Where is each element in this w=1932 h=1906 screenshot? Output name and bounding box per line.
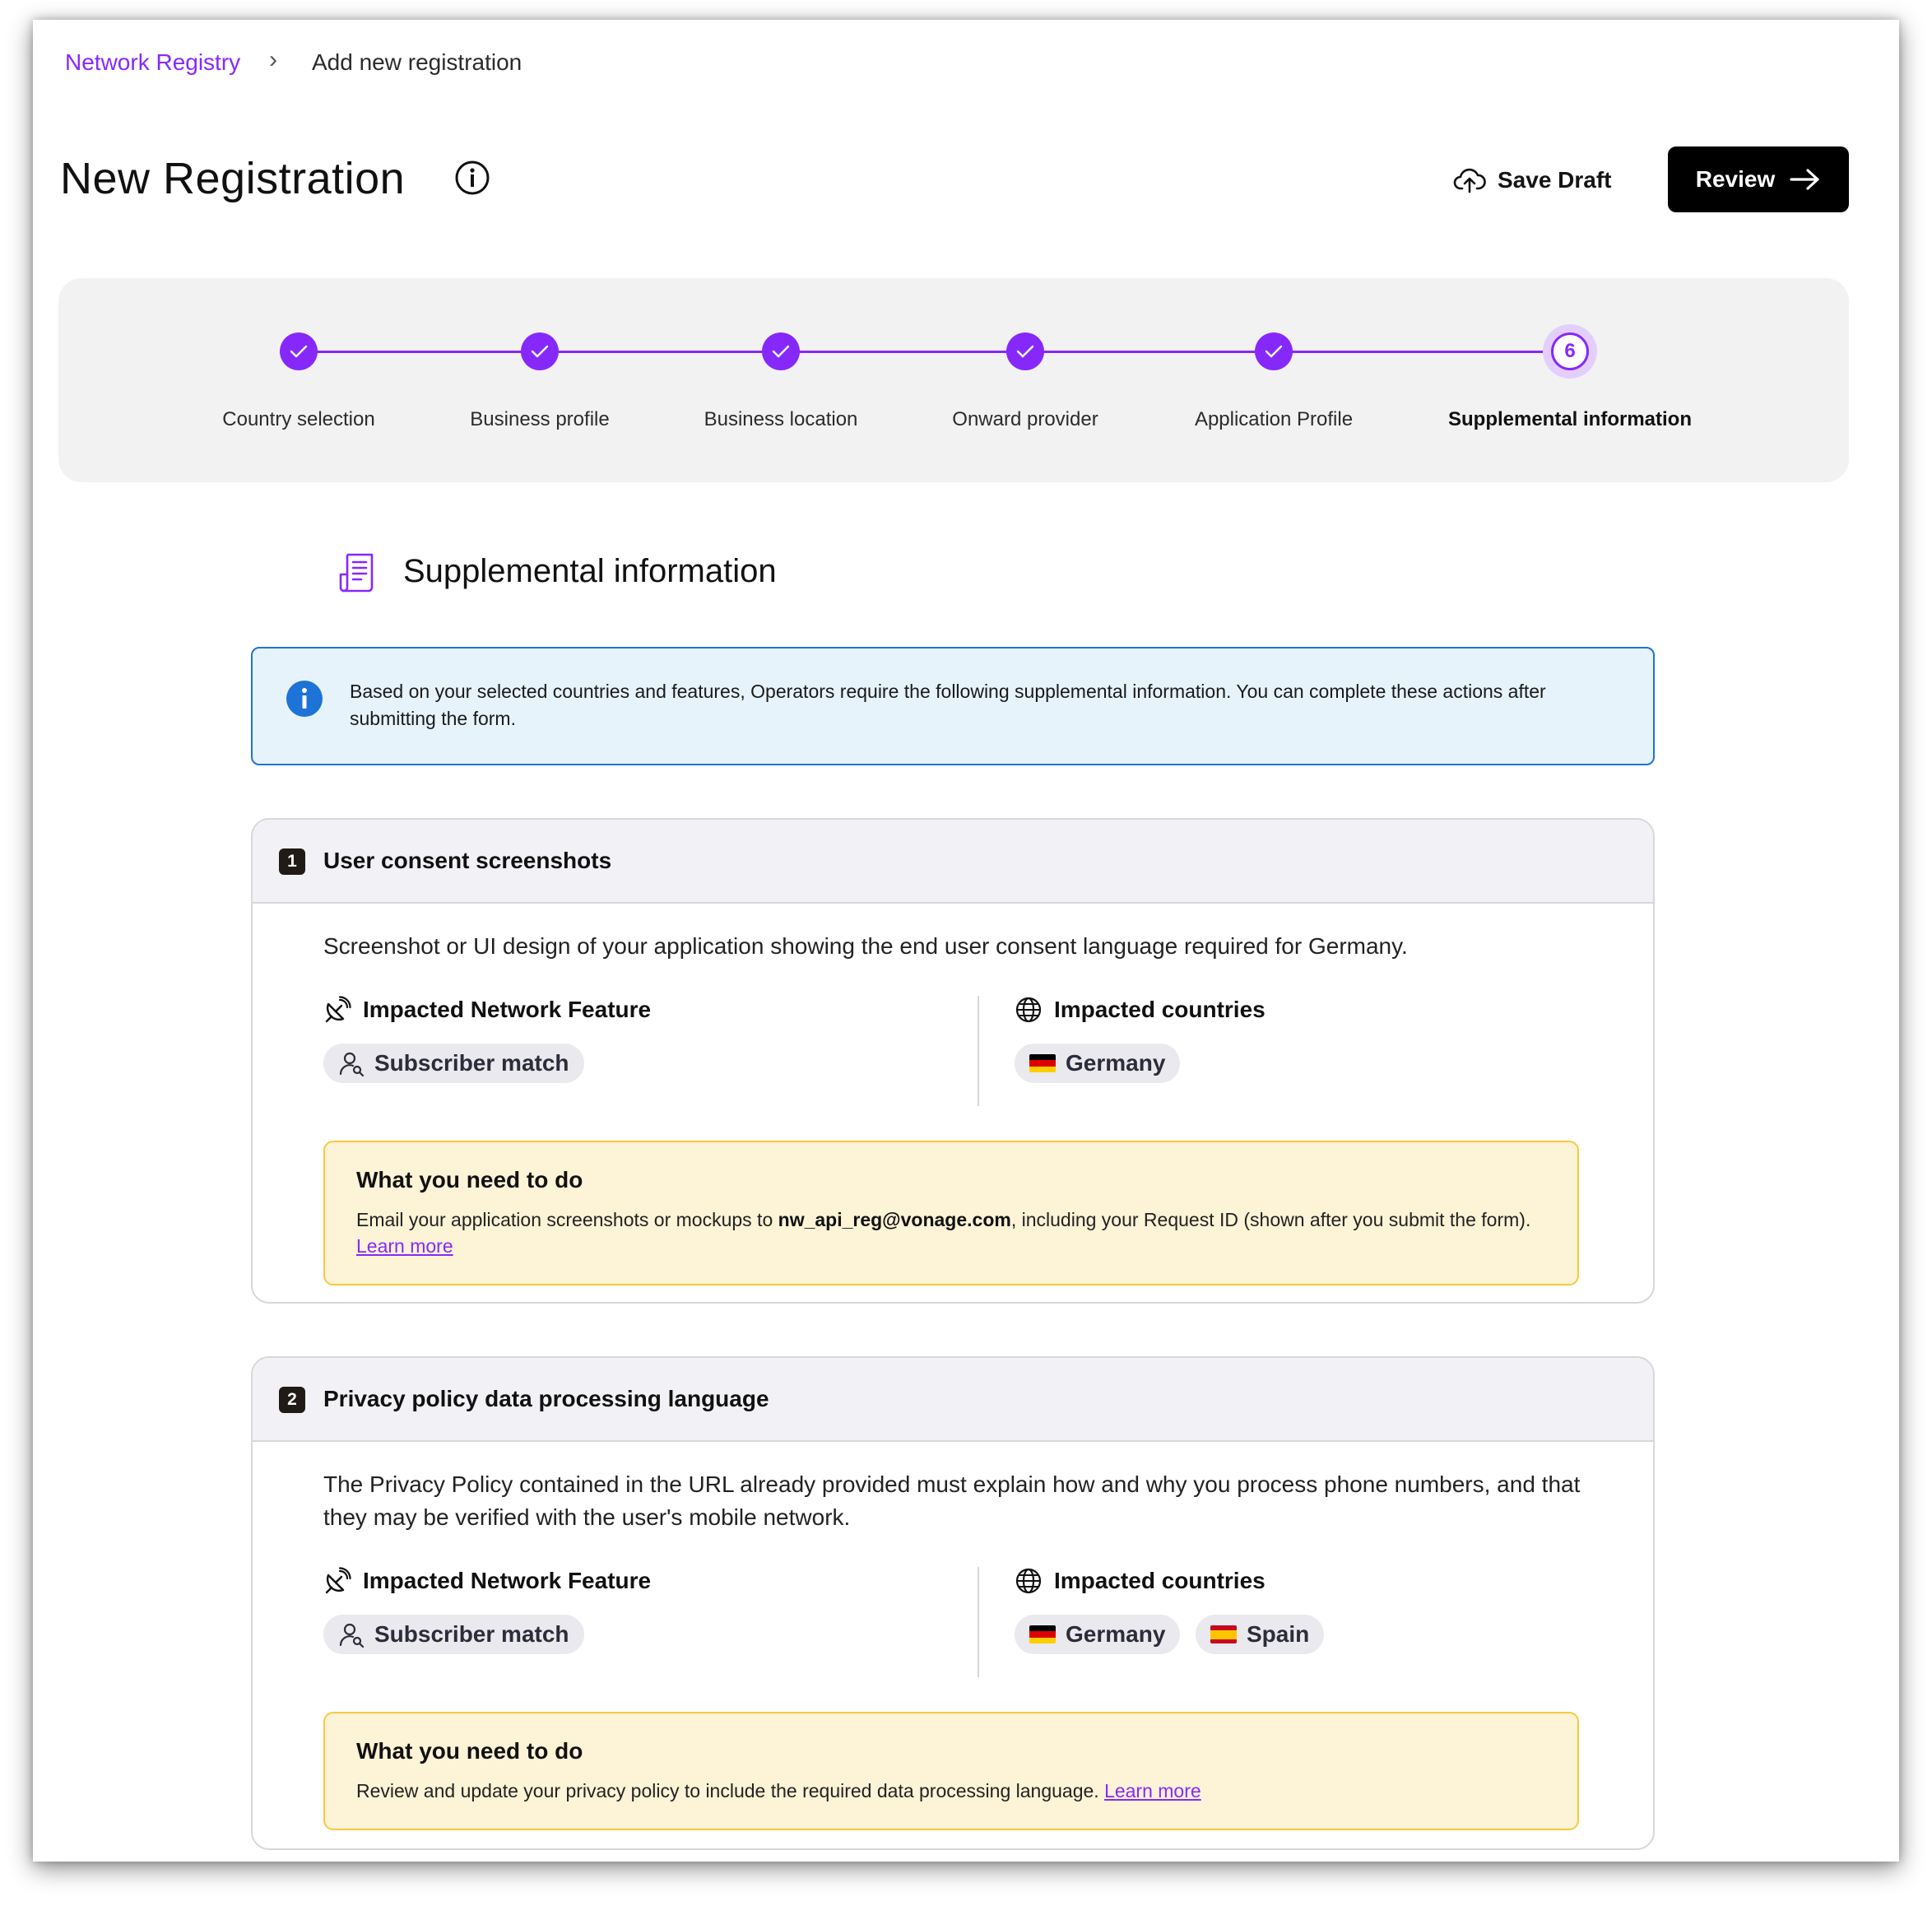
spain-flag-icon xyxy=(1210,1625,1237,1643)
feature-chip-label: Subscriber match xyxy=(374,1621,569,1647)
info-icon[interactable] xyxy=(454,160,490,196)
todo-title: What you need to do xyxy=(356,1738,583,1764)
breadcrumb-current: Add new registration xyxy=(312,49,522,75)
step-5-check-icon[interactable] xyxy=(1255,332,1293,370)
impacted-countries-label: Impacted countries xyxy=(1015,996,1266,1024)
impacted-countries-label: Impacted countries xyxy=(1015,1567,1266,1595)
satellite-dish-icon xyxy=(325,1567,351,1594)
requirement-card-1: 1 User consent screenshots Screenshot or… xyxy=(251,818,1655,1304)
card-title: Privacy policy data processing language xyxy=(323,1386,769,1411)
card-description: The Privacy Policy contained in the URL … xyxy=(323,1471,1581,1530)
card-description: Screenshot or UI design of your applicat… xyxy=(323,933,1408,959)
satellite-dish-icon xyxy=(325,996,351,1023)
todo-box: What you need to do Email your applicati… xyxy=(323,1141,1579,1285)
breadcrumb-network-registry-link[interactable]: Network Registry xyxy=(65,49,240,76)
card-header: 2 Privacy policy data processing languag… xyxy=(253,1358,1653,1442)
learn-more-link[interactable]: Learn more xyxy=(356,1235,453,1257)
todo-text: Review and update your privacy policy to… xyxy=(356,1778,1549,1804)
step-1-check-icon[interactable] xyxy=(280,332,318,370)
progress-stepper: 6 Country selection Business profile Bus… xyxy=(58,278,1849,482)
globe-icon xyxy=(1015,997,1042,1023)
card-number-badge: 2 xyxy=(279,1387,305,1413)
impacted-countries-text: Impacted countries xyxy=(1054,1568,1266,1593)
section-title: Supplemental information xyxy=(403,553,777,589)
country-chip-germany: Germany xyxy=(1015,1044,1181,1083)
todo-text: Email your application screenshots or mo… xyxy=(356,1206,1549,1259)
banner-text: Based on your selected countries and fea… xyxy=(350,681,1546,729)
step-3-check-icon[interactable] xyxy=(762,332,800,370)
country-chip-label: Germany xyxy=(1066,1621,1166,1647)
country-chip-spain: Spain xyxy=(1196,1615,1325,1654)
page-title: New Registration xyxy=(60,154,406,203)
requirement-card-2: 2 Privacy policy data processing languag… xyxy=(251,1356,1655,1850)
country-chip-label: Germany xyxy=(1066,1050,1166,1076)
impacted-feature-text: Impacted Network Feature xyxy=(363,997,652,1022)
info-banner: Based on your selected countries and fea… xyxy=(251,647,1655,765)
feature-chip-label: Subscriber match xyxy=(374,1050,569,1076)
todo-title: What you need to do xyxy=(356,1167,583,1192)
step-label-application-profile[interactable]: Application Profile xyxy=(1150,408,1397,431)
column-divider xyxy=(978,996,979,1106)
todo-text-part: Email your application screenshots or mo… xyxy=(356,1209,778,1230)
review-button[interactable]: Review xyxy=(1668,146,1849,212)
review-label: Review xyxy=(1695,166,1776,192)
country-chip-label: Spain xyxy=(1247,1621,1310,1647)
step-label-business-location[interactable]: Business location xyxy=(657,408,904,431)
impacted-feature-label: Impacted Network Feature xyxy=(323,1567,651,1595)
feature-chip: Subscriber match xyxy=(323,1615,584,1654)
step-label-country-selection[interactable]: Country selection xyxy=(175,408,422,431)
arrow-right-icon xyxy=(1790,169,1819,190)
cloud-upload-icon xyxy=(1453,168,1486,193)
todo-box: What you need to do Review and update yo… xyxy=(323,1712,1579,1830)
step-6-current[interactable]: 6 xyxy=(1551,332,1589,370)
germany-flag-icon xyxy=(1029,1625,1056,1643)
todo-text-part: , including your Request ID (shown after… xyxy=(1010,1209,1531,1230)
globe-icon xyxy=(1015,1568,1042,1594)
step-label-supplemental-information[interactable]: Supplemental information xyxy=(1405,408,1735,431)
page: Network Registry › Add new registration … xyxy=(33,20,1899,1862)
column-divider xyxy=(978,1567,979,1677)
impacted-countries-text: Impacted countries xyxy=(1054,997,1266,1022)
impacted-feature-text: Impacted Network Feature xyxy=(363,1568,652,1593)
step-label-business-profile[interactable]: Business profile xyxy=(416,408,663,431)
document-icon xyxy=(339,553,374,593)
step-2-check-icon[interactable] xyxy=(521,332,559,370)
todo-text-part: Review and update your privacy policy to… xyxy=(356,1780,1105,1801)
learn-more-link[interactable]: Learn more xyxy=(1104,1780,1201,1801)
info-circle-icon xyxy=(286,681,323,717)
card-title: User consent screenshots xyxy=(323,848,612,873)
germany-flag-icon xyxy=(1029,1054,1056,1072)
card-number-badge: 1 xyxy=(279,848,305,875)
chevron-right-icon: › xyxy=(269,46,277,73)
support-email: nw_api_reg@vonage.com xyxy=(778,1209,1011,1230)
impacted-feature-label: Impacted Network Feature xyxy=(323,996,651,1024)
save-draft-label: Save Draft xyxy=(1498,167,1612,193)
user-search-icon xyxy=(339,1052,365,1076)
user-search-icon xyxy=(339,1623,365,1648)
card-header: 1 User consent screenshots xyxy=(253,820,1653,904)
stepper-track xyxy=(299,351,1566,353)
save-draft-button[interactable]: Save Draft xyxy=(1453,160,1612,201)
country-chip-germany: Germany xyxy=(1015,1615,1181,1654)
feature-chip: Subscriber match xyxy=(323,1044,584,1083)
step-label-onward-provider[interactable]: Onward provider xyxy=(902,408,1149,431)
step-4-check-icon[interactable] xyxy=(1006,332,1044,370)
